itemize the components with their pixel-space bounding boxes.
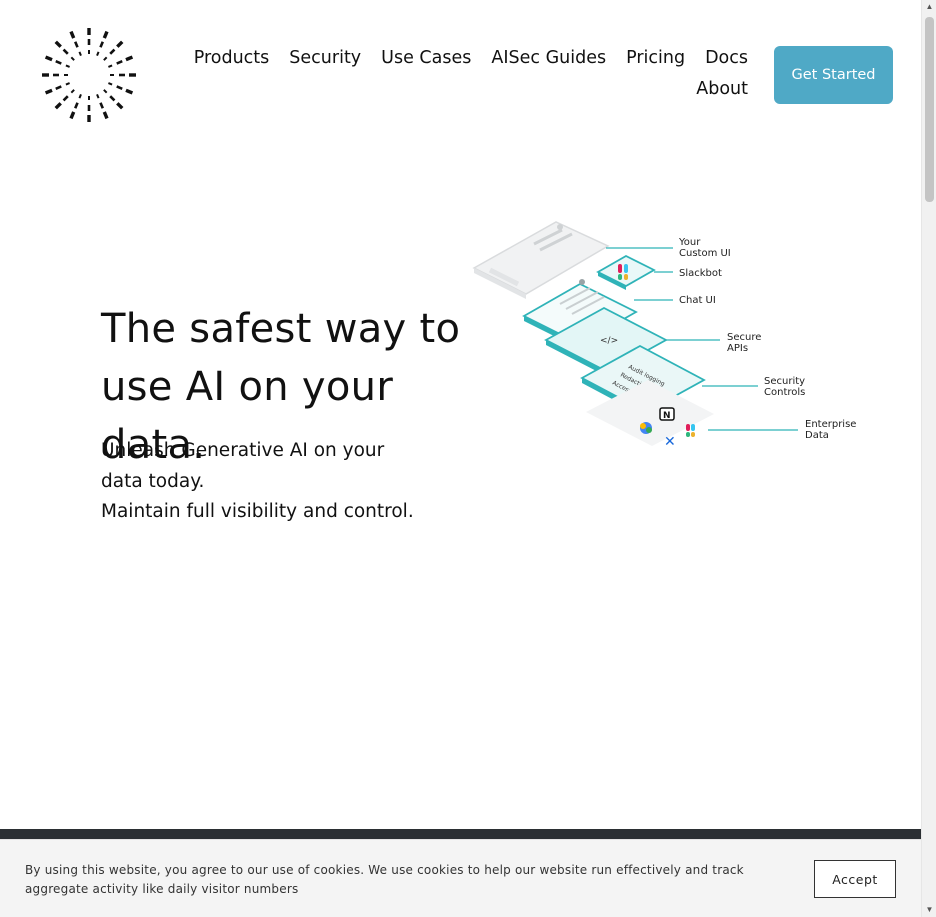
scroll-thumb[interactable]: [925, 17, 934, 202]
hero-subtitle-line: Unleash Generative AI on your data today…: [101, 440, 385, 492]
nav-products[interactable]: Products: [192, 44, 272, 72]
nav-about[interactable]: About: [694, 75, 750, 103]
page: Products Security Use Cases AISec Guides…: [0, 0, 921, 917]
nav-use-cases[interactable]: Use Cases: [379, 44, 473, 72]
diagram-label: Security Controls: [764, 376, 805, 398]
jira-icon: ✕: [664, 434, 676, 450]
get-started-button[interactable]: Get Started: [774, 46, 893, 104]
nav-security[interactable]: Security: [287, 44, 363, 72]
diagram-label: Secure APIs: [727, 332, 761, 354]
architecture-diagram: </> Audit logging Redaction Access Contr…: [472, 221, 856, 450]
nav-row: About: [205, 75, 750, 103]
slack-logo-icon: [686, 424, 690, 431]
hero-subtitle: Unleash Generative AI on your data today…: [101, 436, 431, 528]
nav-pricing[interactable]: Pricing: [624, 44, 687, 72]
diagram-label: Enterprise Data: [805, 419, 856, 441]
scroll-up-arrow-icon[interactable]: ▲: [922, 0, 936, 14]
main-nav: Products Security Use Cases AISec Guides…: [194, 44, 750, 103]
accept-cookies-button[interactable]: Accept: [814, 860, 896, 898]
brand-logo-icon[interactable]: [40, 26, 138, 124]
diagram-label: Chat UI: [679, 295, 716, 306]
vertical-scrollbar[interactable]: ▲ ▼: [921, 0, 936, 917]
svg-text:N: N: [663, 411, 671, 421]
api-icon: </>: [600, 336, 618, 346]
nav-row: Products Security Use Cases AISec Guides…: [194, 44, 750, 72]
diagram-label: Your Custom UI: [678, 237, 731, 259]
nav-docs[interactable]: Docs: [703, 44, 750, 72]
diagram-label: Slackbot: [679, 268, 722, 279]
nav-aisec-guides[interactable]: AISec Guides: [489, 44, 608, 72]
cookie-message: By using this website, you agree to our …: [25, 863, 744, 896]
scroll-down-arrow-icon[interactable]: ▼: [922, 903, 936, 917]
hero-subtitle-line: Maintain full visibility and control.: [101, 501, 414, 522]
slackbot-card: [596, 254, 656, 290]
cookie-banner: By using this website, you agree to our …: [0, 839, 921, 917]
